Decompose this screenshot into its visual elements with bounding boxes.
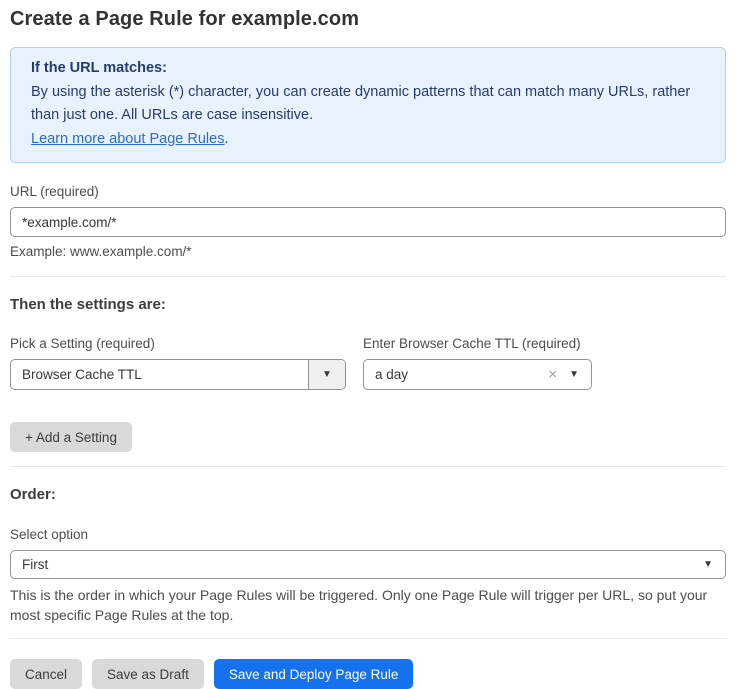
order-helper-text: This is the order in which your Page Rul…	[10, 585, 726, 625]
add-setting-wrap: + Add a Setting	[10, 422, 726, 452]
page-title: Create a Page Rule for example.com	[10, 8, 726, 31]
save-as-draft-button[interactable]: Save as Draft	[92, 659, 204, 689]
order-field-group: Select option First ▼ This is the order …	[10, 527, 726, 625]
order-select-value: First	[11, 557, 700, 572]
info-box-heading: If the URL matches:	[31, 57, 705, 81]
url-field-group: URL (required) Example: www.example.com/…	[10, 184, 726, 259]
url-example-helper: Example: www.example.com/*	[10, 244, 726, 259]
ttl-setting-label: Enter Browser Cache TTL (required)	[363, 336, 592, 351]
cancel-button[interactable]: Cancel	[10, 659, 82, 689]
chevron-down-icon: ▼	[566, 370, 591, 380]
info-box-body: By using the asterisk (*) character, you…	[31, 81, 705, 128]
settings-heading: Then the settings are:	[10, 296, 726, 313]
clear-icon[interactable]: ×	[548, 366, 566, 383]
pick-setting-select[interactable]: Browser Cache TTL ▼	[10, 359, 346, 390]
order-select[interactable]: First ▼	[10, 550, 726, 579]
order-select-label: Select option	[10, 527, 726, 542]
url-field-label: URL (required)	[10, 184, 726, 199]
pick-setting-label: Pick a Setting (required)	[10, 336, 346, 351]
form-actions: Cancel Save as Draft Save and Deploy Pag…	[10, 659, 726, 689]
ttl-setting-value: a day	[364, 367, 548, 382]
divider	[10, 466, 726, 467]
pick-setting-group: Pick a Setting (required) Browser Cache …	[10, 336, 346, 390]
ttl-setting-select[interactable]: a day × ▼	[363, 359, 592, 390]
learn-more-link[interactable]: Learn more about Page Rules	[31, 131, 224, 147]
divider	[10, 638, 726, 639]
url-match-info-box: If the URL matches: By using the asteris…	[10, 47, 726, 163]
chevron-down-icon: ▼	[322, 370, 332, 380]
page-rule-form: Create a Page Rule for example.com If th…	[0, 0, 736, 689]
ttl-setting-group: Enter Browser Cache TTL (required) a day…	[363, 336, 592, 390]
settings-row: Pick a Setting (required) Browser Cache …	[10, 336, 726, 390]
pick-setting-value: Browser Cache TTL	[11, 367, 308, 382]
url-input[interactable]	[10, 207, 726, 237]
link-suffix: .	[224, 131, 228, 147]
info-box-link-line: Learn more about Page Rules.	[31, 128, 705, 152]
order-heading: Order:	[10, 486, 726, 503]
save-and-deploy-button[interactable]: Save and Deploy Page Rule	[214, 659, 414, 689]
chevron-down-icon: ▼	[700, 560, 725, 570]
pick-setting-arrow-segment[interactable]: ▼	[308, 360, 345, 389]
divider	[10, 276, 726, 277]
add-setting-button[interactable]: + Add a Setting	[10, 422, 132, 452]
